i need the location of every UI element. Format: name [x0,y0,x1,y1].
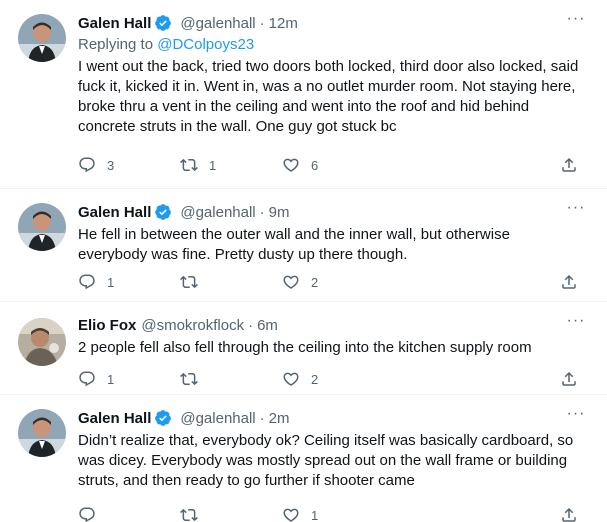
retweet-button[interactable]: 1 [180,155,282,175]
reply-button[interactable]: 3 [78,155,180,175]
separator-dot: · [259,203,265,221]
author-name[interactable]: Galen Hall [78,15,151,32]
share-icon [562,371,576,386]
tweet-text: Didn’t realize that, everybody ok? Ceili… [78,432,574,489]
tweet-text: He fell in between the outer wall and th… [78,226,510,263]
like-button[interactable]: 6 [282,155,384,175]
avatar-elio-fox[interactable] [18,318,66,366]
reply-button[interactable]: 1 [78,369,180,389]
share-button[interactable] [560,505,607,522]
avatar-galen-hall[interactable] [18,409,66,457]
timestamp[interactable]: 2m [269,410,290,427]
reply-icon [79,157,95,173]
more-options-icon[interactable]: ··· [565,313,587,334]
author-handle[interactable]: @galenhall [180,15,255,32]
tweet-1[interactable]: Galen Hall @galenhall · 12m ··· Replying… [0,0,607,189]
reply-count: 1 [107,274,115,290]
separator-dot: · [248,316,254,334]
timestamp[interactable]: 9m [269,204,290,221]
author-name[interactable]: Galen Hall [78,410,151,427]
like-button[interactable]: 2 [282,272,384,292]
replying-to-label: Replying to [78,36,158,53]
verified-badge-icon [155,204,172,220]
share-icon [562,274,576,289]
author-name[interactable]: Elio Fox [78,317,136,334]
author-handle[interactable]: @galenhall [180,410,255,427]
replying-to-mention[interactable]: @DColpoys23 [157,36,254,53]
retweet-icon [180,372,198,386]
share-button[interactable] [560,272,607,292]
more-options-icon[interactable]: ··· [565,406,587,427]
reply-icon [79,507,95,522]
replying-to-line: Replying to @DColpoys23 [78,35,587,55]
tweet-thread: Galen Hall @galenhall · 12m ··· Replying… [0,0,607,522]
tweet-text: I went out the back, tried two doors bot… [78,58,579,135]
more-options-icon[interactable]: ··· [565,200,587,221]
reply-button[interactable]: 1 [78,272,180,292]
author-name[interactable]: Galen Hall [78,204,151,221]
retweet-count: 1 [209,157,217,173]
verified-badge-icon [155,15,172,31]
reply-button[interactable] [78,505,180,522]
avatar-galen-hall[interactable] [18,14,66,62]
separator-dot: · [259,409,265,427]
like-icon [283,158,299,172]
share-button[interactable] [560,369,607,389]
tweet-actions: 1 2 [78,369,576,389]
author-handle[interactable]: @galenhall [180,204,255,221]
like-count: 2 [311,274,319,290]
like-icon [283,508,299,522]
share-button[interactable] [560,155,607,175]
like-count: 6 [311,157,319,173]
timestamp[interactable]: 6m [257,317,278,334]
share-icon [562,507,576,522]
like-button[interactable]: 1 [282,505,384,522]
reply-count: 1 [107,371,115,387]
retweet-icon [180,158,198,172]
retweet-button[interactable] [180,272,282,292]
retweet-icon [180,508,198,522]
share-icon [562,157,576,172]
reply-icon [79,274,95,290]
tweet-text: 2 people fell also fell through the ceil… [78,339,532,356]
like-button[interactable]: 2 [282,369,384,389]
like-icon [283,372,299,386]
retweet-button[interactable] [180,505,282,522]
reply-icon [79,371,95,387]
like-icon [283,275,299,289]
tweet-2[interactable]: Galen Hall @galenhall · 9m ··· He fell i… [0,189,607,302]
like-count: 2 [311,371,319,387]
reply-count: 3 [107,157,115,173]
more-options-icon[interactable]: ··· [565,11,587,32]
tweet-4[interactable]: Galen Hall @galenhall · 2m ··· Didn’t re… [0,395,607,522]
separator-dot: · [259,14,265,32]
timestamp[interactable]: 12m [269,15,298,32]
tweet-actions: 1 2 [78,272,576,292]
author-handle[interactable]: @smokrokflock [141,317,244,334]
retweet-icon [180,275,198,289]
retweet-button[interactable] [180,369,282,389]
tweet-actions: 3 1 6 [78,155,576,175]
avatar-galen-hall[interactable] [18,203,66,251]
tweet-3[interactable]: Elio Fox @smokrokflock · 6m ··· 2 people… [0,302,607,395]
tweet-actions: 1 [78,505,576,522]
like-count: 1 [311,507,319,522]
verified-badge-icon [155,410,172,426]
